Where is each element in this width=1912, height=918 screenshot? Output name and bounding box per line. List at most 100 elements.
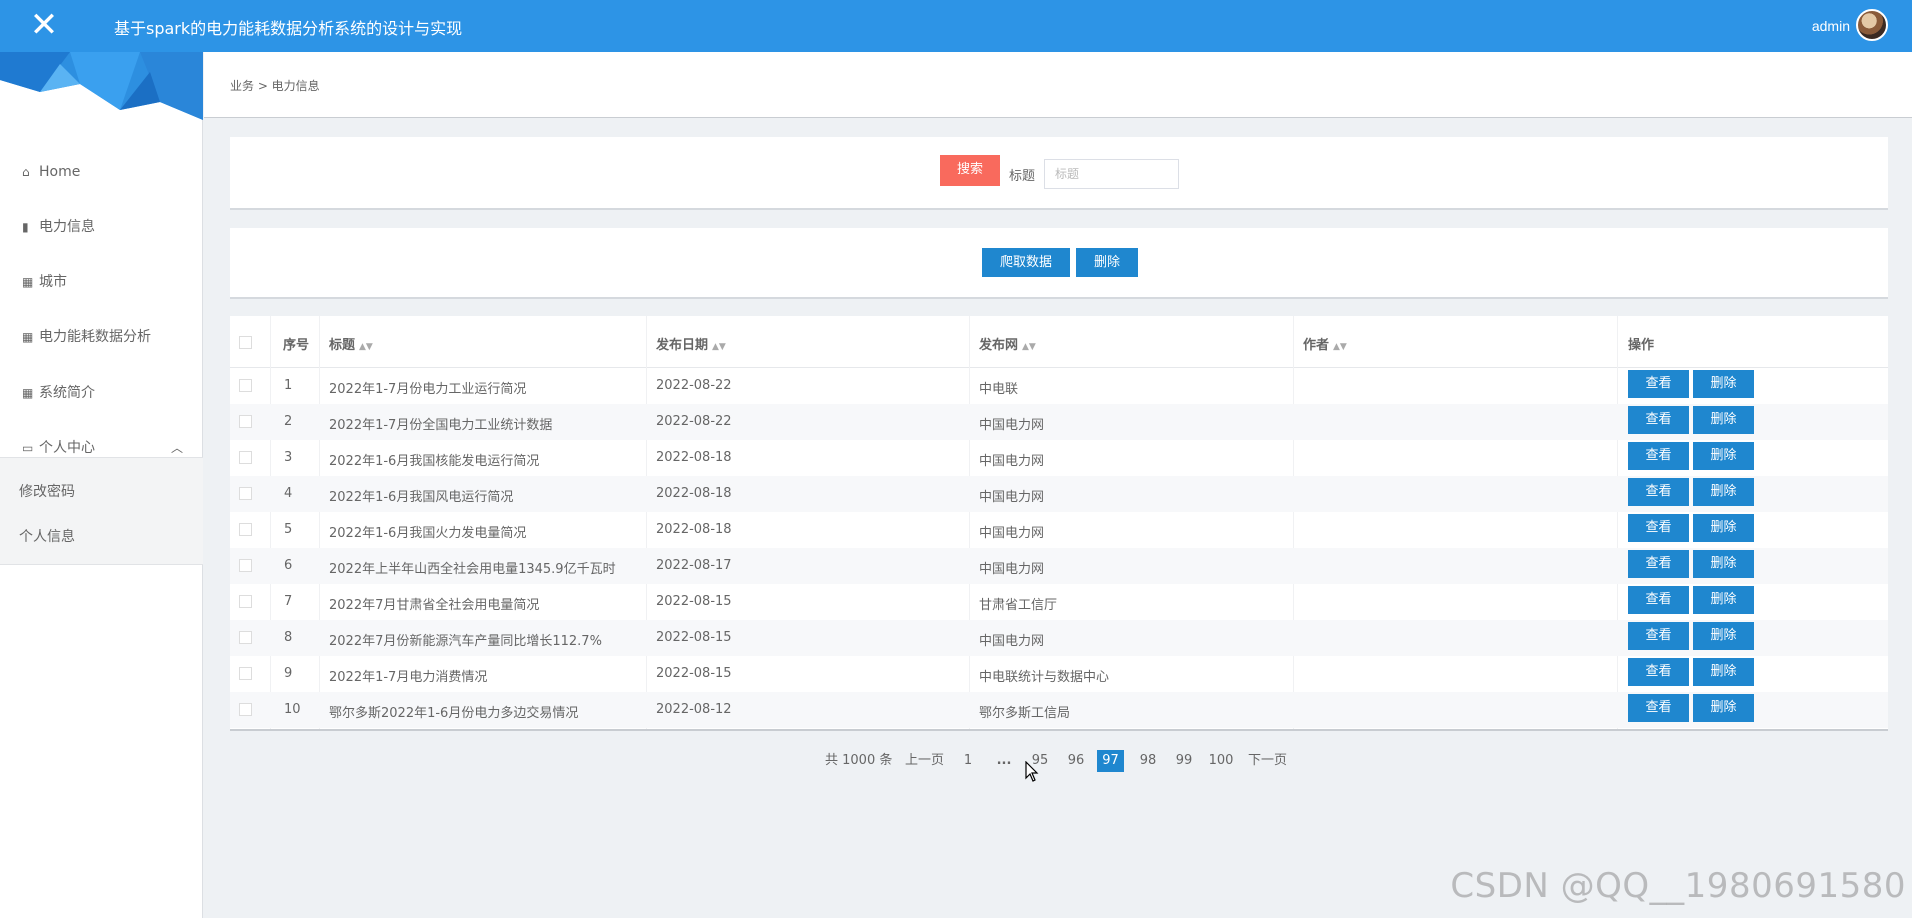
page-1[interactable]: 1 [958, 750, 978, 772]
table-row: 3 2022年1-6月我国核能发电运行简况 2022-08-18 中国电力网 查看 删除 [230, 440, 1888, 476]
sidebar-item-home[interactable]: ⌂ Home [0, 152, 203, 192]
pagination-next[interactable]: 下一页 [1248, 750, 1287, 772]
cell-title: 2022年1-6月我国火力发电量简况 [329, 526, 527, 541]
view-button[interactable]: 查看 [1628, 370, 1689, 398]
delete-button[interactable]: 删除 [1693, 694, 1754, 722]
cell-date: 2022-08-22 [656, 378, 732, 393]
crawl-data-button[interactable]: 爬取数据 [982, 248, 1070, 277]
search-input[interactable] [1044, 159, 1179, 189]
submenu-personal-info[interactable]: 个人信息 [19, 526, 75, 546]
header-date[interactable]: 发布日期 ▲▼ [656, 334, 726, 353]
table-header: 序号 标题 ▲▼ 发布日期 ▲▼ 发布网 ▲▼ 作者 ▲▼ 操作 [230, 316, 1888, 368]
view-button[interactable]: 查看 [1628, 658, 1689, 686]
header-author[interactable]: 作者 ▲▼ [1303, 334, 1347, 353]
delete-button[interactable]: 删除 [1693, 406, 1754, 434]
view-button[interactable]: 查看 [1628, 694, 1689, 722]
search-panel: 搜索 标题 [230, 137, 1888, 210]
avatar[interactable] [1856, 9, 1888, 41]
row-checkbox[interactable] [239, 595, 252, 608]
sort-icon: ▲▼ [1333, 342, 1347, 352]
view-button[interactable]: 查看 [1628, 622, 1689, 650]
view-button[interactable]: 查看 [1628, 550, 1689, 578]
sidebar-item-city[interactable]: ▦ 城市 [0, 262, 203, 302]
row-checkbox[interactable] [239, 559, 252, 572]
sort-icon: ▲▼ [712, 342, 726, 352]
delete-button[interactable]: 删除 [1693, 658, 1754, 686]
batch-delete-button[interactable]: 删除 [1076, 248, 1138, 277]
delete-button[interactable]: 删除 [1693, 622, 1754, 650]
cell-title: 2022年1-6月我国核能发电运行简况 [329, 454, 540, 469]
delete-button[interactable]: 删除 [1693, 478, 1754, 506]
view-button[interactable]: 查看 [1628, 586, 1689, 614]
page-ellipsis[interactable]: ... [994, 750, 1014, 772]
row-checkbox[interactable] [239, 523, 252, 536]
table-row: 8 2022年7月份新能源汽车产量同比增长112.7% 2022-08-15 中国电力… [230, 620, 1888, 656]
header-source[interactable]: 发布网 ▲▼ [979, 334, 1036, 353]
delete-button[interactable]: 删除 [1693, 370, 1754, 398]
cell-title: 2022年1-7月电力消费情况 [329, 670, 488, 685]
sidebar-banner [0, 52, 203, 120]
pagination-total: 共 1000 条 [825, 753, 893, 768]
page-99[interactable]: 99 [1174, 750, 1194, 772]
table-row: 10 鄂尔多斯2022年1-6月份电力多边交易情况 2022-08-12 鄂尔多斯工信… [230, 692, 1888, 728]
view-button[interactable]: 查看 [1628, 406, 1689, 434]
sidebar-item-analysis[interactable]: ▦ 电力能耗数据分析 [0, 317, 203, 357]
row-checkbox[interactable] [239, 487, 252, 500]
page-100[interactable]: 100 [1208, 750, 1234, 772]
delete-button[interactable]: 删除 [1693, 550, 1754, 578]
cell-title: 2022年1-6月我国风电运行简况 [329, 490, 514, 505]
cell-source: 中电联 [979, 382, 1019, 397]
table-row: 4 2022年1-6月我国风电运行简况 2022-08-18 中国电力网 查看 删除 [230, 476, 1888, 512]
cell-date: 2022-08-12 [656, 702, 732, 717]
view-button[interactable]: 查看 [1628, 442, 1689, 470]
delete-button[interactable]: 删除 [1693, 442, 1754, 470]
sidebar-item-label: Home [39, 164, 81, 180]
sidebar-item-system-intro[interactable]: ▦ 系统简介 [0, 373, 203, 413]
sidebar-item-label: 电力信息 [39, 219, 95, 235]
row-checkbox[interactable] [239, 667, 252, 680]
submenu-change-password[interactable]: 修改密码 [19, 481, 75, 501]
select-all-checkbox[interactable] [239, 336, 252, 349]
row-checkbox[interactable] [239, 379, 252, 392]
row-checkbox[interactable] [239, 703, 252, 716]
search-button[interactable]: 搜索 [940, 155, 1000, 186]
page-97[interactable]: 97 [1097, 750, 1124, 772]
cell-source: 中国电力网 [979, 562, 1045, 577]
sidebar-item-label: 个人中心 [39, 440, 95, 456]
cell-source: 鄂尔多斯工信局 [979, 706, 1071, 721]
username[interactable]: admin [1812, 18, 1850, 34]
cell-title: 鄂尔多斯2022年1-6月份电力多边交易情况 [329, 706, 579, 721]
sidebar: ⌂ Home ▮ 电力信息 ▦ 城市 ▦ 电力能耗数据分析 ▦ 系统简介 ▭ 个人中心 ︿ … [0, 52, 203, 918]
home-icon: ⌂ [22, 165, 30, 179]
grid-icon: ▦ [22, 386, 34, 400]
page-98[interactable]: 98 [1138, 750, 1158, 772]
row-checkbox[interactable] [239, 451, 252, 464]
sidebar-item-label: 电力能耗数据分析 [39, 329, 151, 345]
cell-title: 2022年1-7月份电力工业运行简况 [329, 382, 527, 397]
close-menu-icon[interactable]: ✕ [26, 7, 62, 43]
header-author-label: 作者 [1303, 338, 1330, 353]
row-checkbox[interactable] [239, 631, 252, 644]
cell-index: 5 [284, 522, 293, 537]
delete-button[interactable]: 删除 [1693, 586, 1754, 614]
top-header: ✕ 基于spark的电力能耗数据分析系统的设计与实现 admin [0, 0, 1912, 52]
header-source-label: 发布网 [979, 338, 1019, 353]
cell-date: 2022-08-18 [656, 450, 732, 465]
header-title[interactable]: 标题 ▲▼ [329, 334, 373, 353]
pagination-prev[interactable]: 上一页 [905, 750, 944, 772]
delete-button[interactable]: 删除 [1693, 514, 1754, 542]
cell-title: 2022年上半年山西全社会用电量1345.9亿千瓦时 [329, 562, 616, 577]
row-checkbox[interactable] [239, 415, 252, 428]
sidebar-item-label: 城市 [39, 274, 67, 290]
view-button[interactable]: 查看 [1628, 514, 1689, 542]
pagination: 共 1000 条 上一页 1 ... 95 96 97 98 99 100 下一… [0, 750, 1912, 774]
personal-center-submenu: 修改密码 个人信息 [0, 457, 203, 565]
cell-date: 2022-08-18 [656, 522, 732, 537]
sort-icon: ▲▼ [1022, 342, 1036, 352]
header-ops: 操作 [1628, 338, 1655, 353]
view-button[interactable]: 查看 [1628, 478, 1689, 506]
action-panel: 爬取数据 删除 [230, 228, 1888, 299]
page-96[interactable]: 96 [1066, 750, 1086, 772]
cell-date: 2022-08-17 [656, 558, 732, 573]
sidebar-item-power-info[interactable]: ▮ 电力信息 [0, 207, 203, 247]
